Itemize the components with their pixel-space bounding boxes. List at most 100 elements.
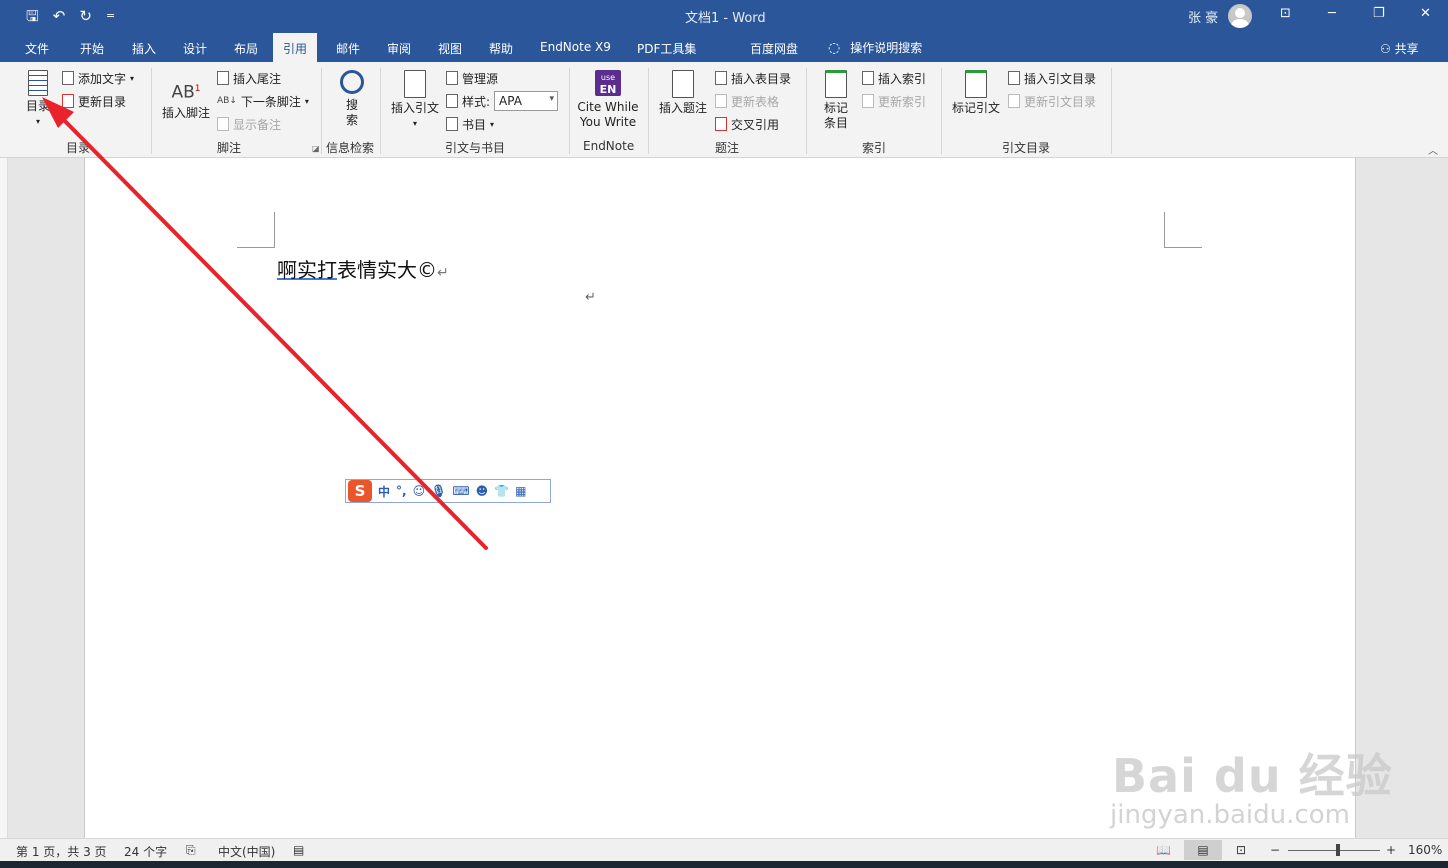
cross-reference-button[interactable]: 交叉引用: [715, 115, 779, 133]
cross-reference-label: 交叉引用: [731, 117, 780, 132]
insert-toa-button[interactable]: 插入引文目录: [1008, 69, 1096, 87]
manage-sources-button[interactable]: 管理源: [446, 69, 498, 87]
macro-recording-icon[interactable]: ▤: [293, 843, 304, 857]
mark-citation-button[interactable]: 标记引文: [950, 70, 1002, 116]
update-table-button[interactable]: 更新表格: [715, 92, 779, 110]
update-table-label: 更新表格: [731, 94, 780, 109]
show-notes-button[interactable]: 显示备注: [217, 115, 281, 133]
zoom-out-button[interactable]: −: [1270, 843, 1280, 857]
proofing-icon[interactable]: ⎘: [186, 843, 196, 858]
tell-me-search[interactable]: ◌ 操作说明搜索: [828, 39, 922, 56]
tab-baidu-netdisk[interactable]: 百度网盘: [750, 40, 798, 57]
tab-pdf-tools[interactable]: PDF工具集: [637, 40, 696, 57]
style-label: 样式:: [462, 94, 491, 109]
next-footnote-icon: AB↓: [217, 96, 237, 106]
user-name[interactable]: 张 豪: [1188, 7, 1218, 26]
tab-design[interactable]: 设计: [183, 40, 207, 57]
cite-while-you-write-button[interactable]: use EN Cite While You Write: [576, 70, 640, 130]
save-icon[interactable]: 🖫: [26, 6, 39, 26]
insert-toa-label: 插入引文目录: [1024, 71, 1097, 86]
zoom-slider-track[interactable]: [1288, 850, 1380, 851]
update-toc-button[interactable]: 更新目录: [62, 92, 126, 110]
paragraph-mark: ↵: [437, 265, 449, 281]
collapse-ribbon-icon[interactable]: ︿: [1428, 142, 1438, 157]
read-mode-icon[interactable]: 📖: [1156, 843, 1171, 857]
tab-layout[interactable]: 布局: [234, 40, 258, 57]
tab-insert[interactable]: 插入: [132, 40, 156, 57]
tab-home[interactable]: 开始: [80, 40, 104, 57]
group-divider: [151, 68, 152, 154]
insert-citation-button[interactable]: 插入引文 ▾: [389, 70, 441, 131]
minimize-icon[interactable]: ─: [1328, 6, 1336, 21]
page-count[interactable]: 第 1 页，共 3 页: [16, 843, 107, 860]
tab-file[interactable]: 文件: [25, 40, 49, 57]
insert-footnote-label: 插入脚注: [161, 106, 210, 120]
customize-qat-icon[interactable]: =: [106, 6, 115, 26]
style-dropdown[interactable]: APA: [494, 91, 559, 111]
mark-entry-icon: [825, 70, 847, 98]
bibliography-label: 书目: [462, 117, 487, 132]
insert-endnote-button[interactable]: 插入尾注: [217, 69, 281, 87]
ime-language-toggle[interactable]: 中: [378, 483, 390, 500]
web-layout-icon[interactable]: ⊡: [1236, 843, 1246, 857]
zoom-level[interactable]: 160%: [1408, 843, 1442, 857]
insert-index-button[interactable]: 插入索引: [862, 69, 926, 87]
word-count[interactable]: 24 个字: [124, 843, 167, 860]
search-button[interactable]: 搜 索: [334, 70, 370, 128]
tab-references[interactable]: 引用: [273, 33, 318, 62]
user-icon[interactable]: ☻: [476, 484, 489, 498]
text-run: 表情实大©: [337, 258, 437, 282]
redo-icon[interactable]: ↻: [79, 6, 92, 26]
document-page[interactable]: [84, 158, 1356, 838]
keyboard-icon[interactable]: ⌨: [452, 484, 469, 498]
tab-review[interactable]: 审阅: [387, 40, 411, 57]
bibliography-button[interactable]: 书目 ▾: [446, 115, 494, 133]
insert-caption-button[interactable]: 插入题注: [657, 70, 709, 116]
ime-toolbar[interactable]: S 中 °, ☺ 🎙 ⌨ ☻ 👕 ▦: [345, 479, 551, 503]
update-toa-button[interactable]: 更新引文目录: [1008, 92, 1096, 110]
update-index-button[interactable]: 更新索引: [862, 92, 926, 110]
update-index-icon: [862, 94, 874, 108]
tell-me-label: 操作说明搜索: [850, 41, 923, 55]
group-divider: [941, 68, 942, 154]
share-button[interactable]: ⚇ 共享: [1380, 40, 1419, 57]
tab-mailings[interactable]: 邮件: [336, 40, 360, 57]
toolbox-grid-icon[interactable]: ▦: [515, 484, 526, 498]
dialog-launcher-icon[interactable]: ◪: [312, 144, 320, 153]
undo-icon[interactable]: ↶: [53, 6, 66, 26]
avatar[interactable]: [1228, 4, 1252, 28]
close-icon[interactable]: ✕: [1420, 6, 1431, 21]
toc-button[interactable]: 目录 ▾: [22, 70, 54, 129]
print-layout-icon[interactable]: ▤: [1184, 840, 1222, 860]
ribbon-display-icon[interactable]: ⊡: [1280, 6, 1291, 21]
mark-entry-button[interactable]: 标记 条目: [818, 70, 854, 131]
tab-view[interactable]: 视图: [438, 40, 462, 57]
add-text-button[interactable]: 添加文字 ▾: [62, 69, 134, 87]
group-label-citations: 引文与书目: [445, 141, 506, 155]
insert-table-of-figures-button[interactable]: 插入表目录: [715, 69, 791, 87]
tab-help[interactable]: 帮助: [489, 40, 513, 57]
zoom-slider-thumb[interactable]: [1336, 844, 1340, 856]
microphone-icon[interactable]: 🎙: [431, 484, 446, 498]
show-notes-icon: [217, 117, 229, 131]
update-toa-label: 更新引文目录: [1024, 94, 1097, 109]
ribbon-references: 目录 ▾ 添加文字 ▾ 更新目录 目录 AB1 插入脚注 插入尾注 AB↓ 下一…: [0, 62, 1448, 158]
table-of-figures-icon: [715, 71, 727, 85]
zoom-in-button[interactable]: +: [1386, 843, 1396, 857]
document-text-line[interactable]: 啊实打表情实大©↵: [277, 254, 449, 283]
left-edge-strip: [0, 158, 8, 838]
language-indicator[interactable]: 中文(中国): [218, 843, 275, 860]
style-icon: [446, 94, 458, 108]
sogou-logo-icon[interactable]: S: [348, 480, 372, 502]
next-footnote-button[interactable]: AB↓ 下一条脚注 ▾: [217, 92, 309, 110]
watermark-url: jingyan.baidu.com: [1110, 800, 1350, 830]
insert-index-label: 插入索引: [878, 71, 927, 86]
endnote-icon: use EN: [595, 70, 621, 96]
emoji-icon[interactable]: ☺: [413, 484, 426, 498]
share-label: 共享: [1394, 42, 1419, 56]
skin-shirt-icon[interactable]: 👕: [494, 484, 509, 498]
tab-endnote[interactable]: EndNote X9: [540, 40, 611, 54]
restore-icon[interactable]: ❐: [1373, 6, 1385, 21]
insert-footnote-button[interactable]: AB1 插入脚注: [160, 76, 212, 121]
ime-punctuation-toggle[interactable]: °,: [396, 484, 407, 498]
